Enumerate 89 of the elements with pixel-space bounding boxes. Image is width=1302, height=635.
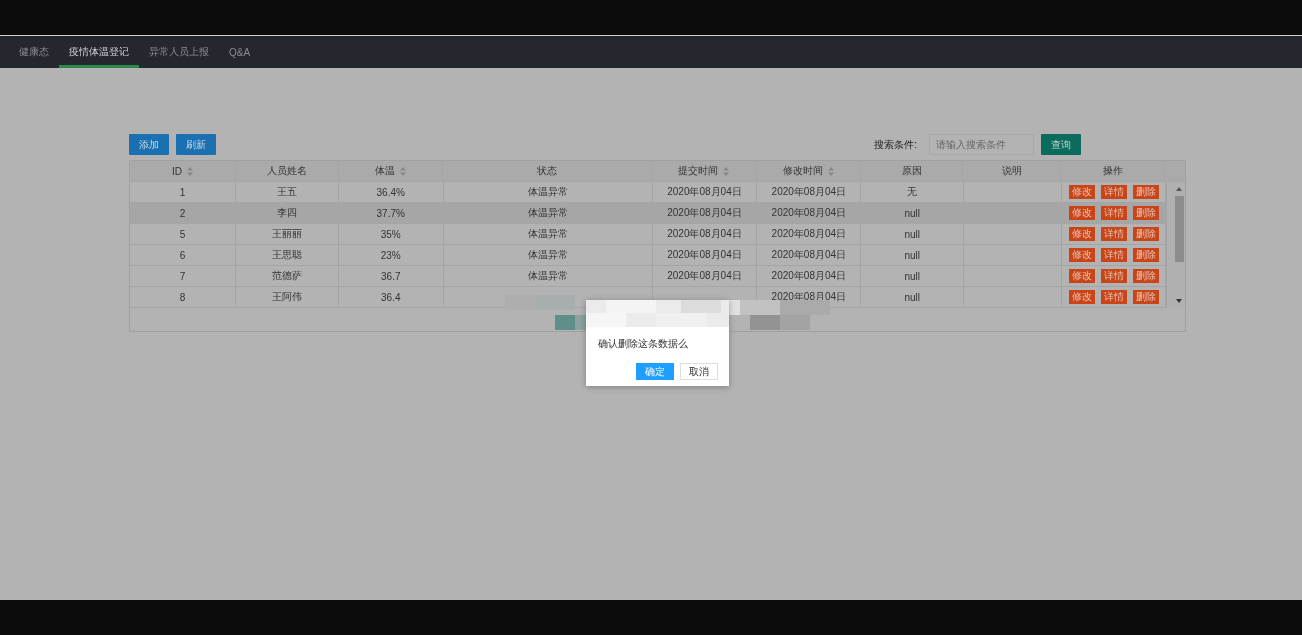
dialog-message: 确认删除这条数据么 bbox=[597, 337, 689, 351]
table-cell: 35% bbox=[380, 228, 401, 240]
sort-icon[interactable] bbox=[400, 166, 406, 176]
table-cell: 体温异常 bbox=[527, 248, 568, 262]
table-cell: 2 bbox=[179, 207, 186, 219]
toolbar-button[interactable]: 添加 bbox=[129, 134, 169, 155]
row-action-button[interactable]: 详情 bbox=[1100, 248, 1127, 262]
row-action-button[interactable]: 详情 bbox=[1100, 227, 1127, 241]
row-action-button[interactable]: 详情 bbox=[1100, 185, 1127, 199]
nav-tab[interactable]: 异常人员上报 bbox=[139, 36, 219, 68]
scroll-up-icon[interactable] bbox=[1176, 187, 1182, 191]
row-action-button[interactable]: 详情 bbox=[1100, 290, 1127, 304]
scrollbar[interactable] bbox=[1166, 182, 1185, 308]
search-button[interactable]: 查询 bbox=[1041, 134, 1081, 155]
nav-tab[interactable]: 健康态 bbox=[9, 36, 59, 68]
toolbar-button[interactable]: 刷新 bbox=[176, 134, 216, 155]
table-cell: 2020年08月04日 bbox=[771, 227, 847, 241]
table-cell: null bbox=[904, 207, 921, 219]
row-action-button[interactable]: 修改 bbox=[1068, 269, 1095, 283]
row-action-button[interactable]: 删除 bbox=[1132, 185, 1159, 199]
table-cell: 37.7% bbox=[376, 207, 405, 219]
sort-icon[interactable] bbox=[186, 166, 193, 176]
table-cell: 体温异常 bbox=[527, 206, 568, 220]
sort-icon[interactable] bbox=[827, 166, 834, 176]
column-header: ID bbox=[130, 161, 236, 181]
table-cell: 李四 bbox=[276, 206, 297, 220]
row-action-button[interactable]: 删除 bbox=[1132, 227, 1159, 241]
table-cell: 2020年08月04日 bbox=[771, 185, 847, 199]
table-cell: 2020年08月04日 bbox=[771, 269, 847, 283]
table-cell: 2020年08月04日 bbox=[667, 206, 742, 220]
table-cell: null bbox=[904, 249, 921, 261]
row-action-button[interactable]: 修改 bbox=[1068, 227, 1095, 241]
table-cell: 体温异常 bbox=[527, 227, 568, 241]
table-cell: 2020年08月04日 bbox=[667, 185, 742, 199]
row-action-button[interactable]: 详情 bbox=[1100, 206, 1127, 220]
row-action-button[interactable]: 删除 bbox=[1132, 206, 1159, 220]
table-cell: 2020年08月04日 bbox=[667, 269, 742, 283]
table-cell: 王丽丽 bbox=[271, 227, 302, 241]
table-row[interactable]: 5 王丽丽 35% 体温异常 2020年08月04日 2020年08月04日 null 修改 详情 删除 bbox=[130, 224, 1166, 245]
column-header: 原因 bbox=[860, 161, 964, 181]
table-cell: null bbox=[904, 228, 921, 240]
sort-icon[interactable] bbox=[723, 166, 730, 176]
scroll-down-icon[interactable] bbox=[1176, 299, 1182, 303]
column-header: 说明 bbox=[963, 161, 1062, 181]
table-cell: null bbox=[904, 270, 921, 282]
table-row[interactable]: 2 李四 37.7% 体温异常 2020年08月04日 2020年08月04日 null 修改 详情 删除 bbox=[130, 203, 1166, 224]
column-header: 状态 bbox=[443, 161, 652, 181]
row-action-button[interactable]: 修改 bbox=[1068, 206, 1095, 220]
table-cell: 体温异常 bbox=[527, 185, 568, 199]
row-action-button[interactable]: 修改 bbox=[1068, 185, 1095, 199]
table-cell: 王思聪 bbox=[271, 248, 302, 262]
table-row[interactable]: 6 王思聪 23% 体温异常 2020年08月04日 2020年08月04日 null 修改 详情 删除 bbox=[130, 245, 1166, 266]
column-header: 修改时间 bbox=[756, 161, 861, 181]
table-cell: 36.4 bbox=[381, 291, 401, 303]
table-cell: 范德萨 bbox=[271, 269, 302, 283]
scrollbar-thumb[interactable] bbox=[1175, 196, 1184, 262]
nav-tab[interactable]: Q&A bbox=[219, 36, 261, 68]
table-cell: 2020年08月04日 bbox=[667, 227, 742, 241]
column-header: 操作 bbox=[1061, 161, 1166, 181]
table-cell: 6 bbox=[179, 249, 186, 261]
table-cell: 7 bbox=[179, 270, 186, 282]
table-cell: 36.4% bbox=[376, 186, 405, 198]
table-cell: 5 bbox=[179, 228, 186, 240]
column-header: 人员姓名 bbox=[235, 161, 339, 181]
table-cell: 36.7 bbox=[381, 270, 401, 282]
table-cell: 王阿伟 bbox=[271, 290, 302, 304]
table-cell: 2020年08月04日 bbox=[771, 248, 847, 262]
row-action-button[interactable]: 详情 bbox=[1100, 269, 1127, 283]
table-cell: 王五 bbox=[276, 185, 297, 199]
row-action-button[interactable]: 删除 bbox=[1132, 290, 1159, 304]
table-cell: 2020年08月04日 bbox=[667, 248, 742, 262]
column-header: 提交时间 bbox=[652, 161, 757, 181]
row-action-button[interactable]: 修改 bbox=[1068, 248, 1095, 262]
search-field[interactable]: 请输入搜索条件 bbox=[929, 134, 1034, 155]
table-row[interactable]: 7 范德萨 36.7 体温异常 2020年08月04日 2020年08月04日 null 修改 详情 删除 bbox=[130, 266, 1166, 287]
row-action-button[interactable]: 删除 bbox=[1132, 269, 1159, 283]
table-cell: 无 bbox=[907, 185, 918, 199]
dialog-button[interactable]: 取消 bbox=[680, 363, 718, 380]
table-cell: null bbox=[904, 291, 921, 303]
table-cell: 23% bbox=[380, 249, 401, 261]
row-action-button[interactable]: 删除 bbox=[1132, 248, 1159, 262]
table-cell: 1 bbox=[179, 186, 186, 198]
table-cell: 2020年08月04日 bbox=[771, 206, 847, 220]
search-label: 搜索条件: bbox=[874, 137, 917, 152]
table-cell: 体温异常 bbox=[527, 269, 568, 283]
row-action-button[interactable]: 修改 bbox=[1068, 290, 1095, 304]
column-header: 体温 bbox=[338, 161, 444, 181]
dialog-button[interactable]: 确定 bbox=[636, 363, 674, 380]
table-cell: 8 bbox=[179, 291, 186, 303]
